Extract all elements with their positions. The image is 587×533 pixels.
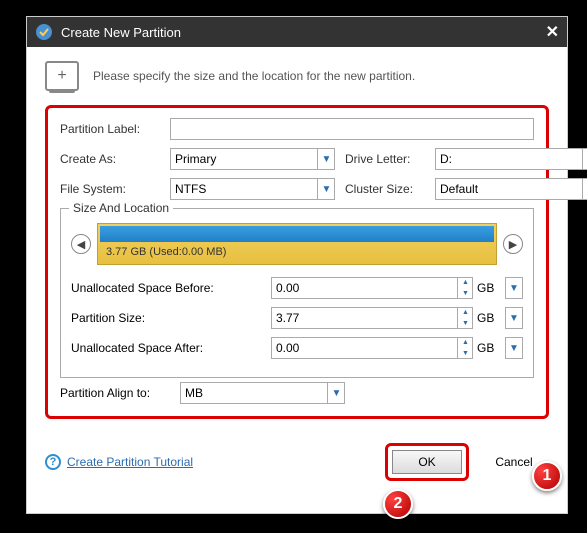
spin-down-icon[interactable]: ▼ [458,318,473,329]
annotation-badge-2: 2 [383,489,413,519]
partition-label-input[interactable] [170,118,534,140]
create-as-label: Create As: [60,152,170,166]
spin-down-icon[interactable]: ▼ [458,288,473,299]
cluster-size-select[interactable] [435,178,587,200]
partition-used-bar [100,226,494,242]
unalloc-after-label: Unallocated Space After: [71,341,271,355]
file-system-select[interactable] [170,178,335,200]
spin-down-icon[interactable]: ▼ [458,348,473,359]
partition-bar[interactable]: 3.77 GB (Used:0.00 MB) [97,223,497,265]
fieldset-legend: Size And Location [69,201,173,215]
partition-label-label: Partition Label: [60,122,170,136]
create-as-select[interactable] [170,148,335,170]
spin-up-icon[interactable]: ▲ [458,277,473,288]
partition-bar-label: 3.77 GB (Used:0.00 MB) [98,242,496,262]
drive-letter-label: Drive Letter: [345,152,435,166]
unit-select[interactable]: ▼ [505,337,523,359]
dialog-window: Create New Partition ✕ + Please specify … [26,16,568,514]
tutorial-link[interactable]: Create Partition Tutorial [67,455,193,469]
size-location-fieldset: Size And Location ◀ 3.77 GB (Used:0.00 M… [60,208,534,378]
align-to-label: Partition Align to: [60,386,180,400]
unit-select[interactable]: ▼ [505,307,523,329]
unalloc-before-label: Unallocated Space Before: [71,281,271,295]
content-area: + Please specify the size and the locati… [27,47,567,433]
intro-row: + Please specify the size and the locati… [45,61,549,91]
annotation-badge-1: 1 [532,461,562,491]
unit-label: GB [477,341,501,355]
ok-button[interactable]: OK [392,450,462,474]
drive-icon: + [45,61,79,91]
app-icon [35,23,53,41]
titlebar: Create New Partition ✕ [27,17,567,47]
slider-left-button[interactable]: ◀ [71,234,91,254]
window-title: Create New Partition [61,25,181,40]
form-highlight-box: Partition Label: Create As: ▼ Drive Lett… [45,105,549,419]
footer: ? Create Partition Tutorial OK Cancel [27,433,567,491]
intro-text: Please specify the size and the location… [93,69,415,83]
close-icon[interactable]: ✕ [546,22,559,42]
unalloc-before-input[interactable] [271,277,473,299]
unit-label: GB [477,281,501,295]
partition-size-label: Partition Size: [71,311,271,325]
align-to-select[interactable] [180,382,345,404]
unit-label: GB [477,311,501,325]
partition-size-input[interactable] [271,307,473,329]
cluster-size-label: Cluster Size: [345,182,435,196]
drive-letter-select[interactable] [435,148,587,170]
unit-select[interactable]: ▼ [505,277,523,299]
help-icon: ? [45,454,61,470]
spin-up-icon[interactable]: ▲ [458,307,473,318]
slider-right-button[interactable]: ▶ [503,234,523,254]
file-system-label: File System: [60,182,170,196]
unalloc-after-input[interactable] [271,337,473,359]
ok-highlight-box: OK [385,443,469,481]
spin-up-icon[interactable]: ▲ [458,337,473,348]
